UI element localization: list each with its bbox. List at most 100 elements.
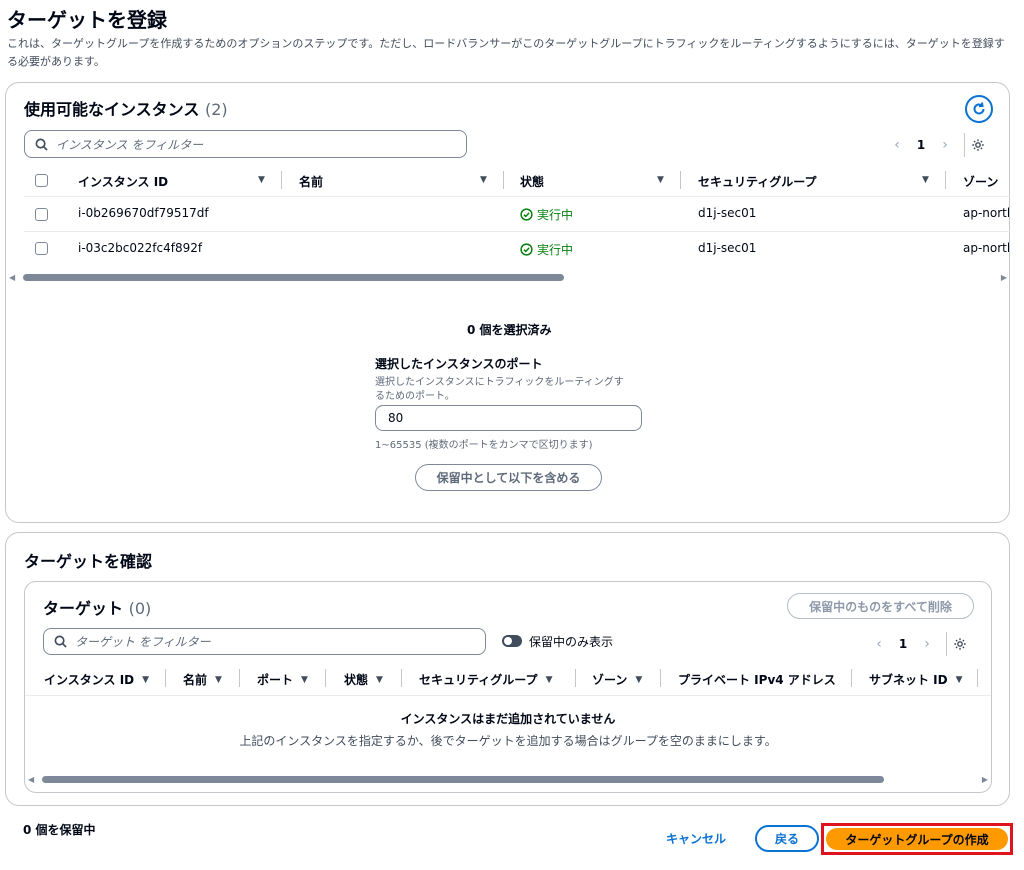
- pending-count: 0 個を保留中: [23, 823, 96, 837]
- prev-page-icon[interactable]: ‹: [886, 137, 908, 153]
- col-security-group-label: セキュリティグループ: [419, 673, 538, 687]
- search-icon: [35, 138, 48, 151]
- row-zone: ap-northeast-1a: [963, 206, 1009, 220]
- targets-count: (0): [128, 599, 152, 618]
- available-instances-heading: 使用可能なインスタンス (2): [24, 96, 228, 120]
- col-security-group[interactable]: セキュリティグループ: [698, 173, 817, 190]
- sort-down-icon: ▼: [301, 674, 308, 685]
- sort-down-icon[interactable]: ▼: [258, 175, 265, 185]
- col-name[interactable]: 名前: [299, 173, 323, 190]
- sort-down-icon: ▼: [635, 674, 643, 685]
- col-name-label: 名前: [183, 673, 208, 687]
- empty-state-description: 上記のインスタンスを指定するか、後でターゲットを追加する場合はグループを空のまま…: [239, 734, 777, 748]
- scroll-right-icon[interactable]: ▶: [1001, 273, 1007, 282]
- col-instance-id-label: インスタンス ID: [44, 673, 135, 687]
- col-private-ipv4[interactable]: プライベート IPv4 アドレス: [678, 671, 836, 688]
- targets-container: ターゲット (0) 保留中のものをすべて削除 ターゲット をフィルター 保留中の…: [24, 581, 992, 793]
- col-state[interactable]: 状態 ▼: [344, 671, 383, 688]
- page-title: ターゲットを登録: [7, 8, 167, 32]
- scroll-thumb[interactable]: [42, 776, 884, 783]
- col-name-label: 名前: [299, 175, 324, 189]
- refresh-button[interactable]: [965, 95, 993, 123]
- horizontal-scrollbar[interactable]: ◀ ▶: [9, 273, 1007, 283]
- col-zone-label: ゾーン: [963, 175, 999, 189]
- current-page[interactable]: 1: [890, 637, 916, 651]
- col-security-group[interactable]: セキュリティグループ ▼: [419, 671, 552, 688]
- scroll-thumb[interactable]: [23, 274, 564, 281]
- col-instance-id-label: インスタンス ID: [78, 175, 169, 189]
- col-zone[interactable]: ゾーン: [963, 173, 1009, 190]
- create-target-group-button[interactable]: ターゲットグループの作成: [826, 828, 1008, 850]
- next-page-icon[interactable]: ›: [934, 137, 956, 153]
- remove-all-pending-button[interactable]: 保留中のものをすべて削除: [787, 593, 974, 619]
- sort-down-icon: ▼: [376, 674, 383, 685]
- scroll-left-icon[interactable]: ◀: [9, 273, 15, 282]
- row-checkbox[interactable]: [35, 208, 48, 221]
- refresh-icon: [973, 102, 985, 115]
- target-filter-placeholder: ターゲット をフィルター: [75, 635, 211, 649]
- row-security-group: d1j-sec01: [698, 241, 757, 255]
- scroll-right-icon[interactable]: ▶: [982, 775, 988, 784]
- sort-down-icon: ▼: [215, 674, 222, 685]
- available-instances-panel: 使用可能なインスタンス (2) インスタンス をフィルター ‹ 1 › インスタ…: [5, 82, 1010, 523]
- sort-down-icon: ▼: [545, 674, 553, 685]
- port-description: 選択したインスタンスにトラフィックをルーティングす: [375, 377, 624, 388]
- available-instances-count: (2): [204, 100, 228, 119]
- row-security-group: d1j-sec01: [698, 206, 757, 220]
- instance-filter-input[interactable]: インスタンス をフィルター: [24, 130, 467, 158]
- col-name[interactable]: 名前 ▼: [183, 671, 222, 688]
- col-port[interactable]: ポート ▼: [257, 671, 308, 688]
- pending-only-toggle[interactable]: [502, 635, 522, 647]
- status-badge: 実行中: [520, 206, 573, 223]
- target-pagination: ‹ 1 ›: [868, 632, 967, 656]
- available-instances-title: 使用可能なインスタンス: [24, 100, 200, 119]
- row-instance-id[interactable]: i-03c2bc022fc4f892f: [78, 241, 202, 255]
- empty-state-title: インスタンスはまだ追加されていません: [400, 712, 616, 726]
- sort-down-icon[interactable]: ▼: [922, 175, 929, 185]
- row-state: 実行中: [537, 243, 574, 257]
- row-instance-id[interactable]: i-0b269670df79517df: [78, 206, 209, 220]
- cancel-button[interactable]: キャンセル: [666, 830, 726, 847]
- sort-down-icon: ▼: [142, 674, 150, 685]
- col-zone-label: ゾーン: [592, 673, 628, 687]
- port-description: るためのポート。: [375, 391, 455, 402]
- targets-heading: ターゲット (0): [43, 595, 151, 619]
- selected-count: 0 個を選択済み: [467, 323, 552, 337]
- col-state-label: 状態: [344, 673, 369, 687]
- search-icon: [54, 635, 67, 648]
- current-page[interactable]: 1: [908, 138, 934, 152]
- col-instance-id[interactable]: インスタンス ID: [78, 173, 168, 190]
- row-checkbox[interactable]: [35, 242, 48, 255]
- col-state[interactable]: 状態: [520, 173, 544, 190]
- next-page-icon[interactable]: ›: [916, 636, 938, 652]
- include-as-pending-button[interactable]: 保留中として以下を含める: [415, 464, 602, 491]
- sort-down-icon[interactable]: ▼: [480, 175, 487, 185]
- col-subnet-id-label: サブネット ID: [869, 673, 948, 687]
- gear-icon[interactable]: [953, 637, 967, 651]
- select-all-checkbox[interactable]: [35, 174, 48, 187]
- gear-icon[interactable]: [971, 138, 985, 152]
- targets-title: ターゲット: [43, 599, 124, 618]
- port-hint: 1~65535 (複数のポートをカンマで区切ります): [375, 440, 593, 451]
- col-subnet-id[interactable]: サブネット ID ▼: [869, 671, 963, 688]
- check-circle-icon: [520, 243, 533, 256]
- col-zone[interactable]: ゾーン ▼: [592, 671, 642, 688]
- check-circle-icon: [520, 208, 533, 221]
- port-input[interactable]: 80: [375, 405, 642, 431]
- instance-pagination: ‹ 1 ›: [886, 133, 985, 157]
- scroll-left-icon[interactable]: ◀: [28, 775, 34, 784]
- page-description: これは、ターゲットグループを作成するためのオプションのステップです。ただし、ロー…: [7, 37, 1005, 68]
- col-security-group-label: セキュリティグループ: [698, 175, 817, 189]
- review-targets-heading: ターゲットを確認: [24, 552, 153, 571]
- sort-down-icon[interactable]: ▼: [657, 175, 664, 185]
- port-value: 80: [388, 411, 404, 425]
- create-button-highlight: ターゲットグループの作成: [821, 823, 1013, 855]
- horizontal-scrollbar[interactable]: ◀ ▶: [28, 775, 988, 785]
- prev-page-icon[interactable]: ‹: [868, 636, 890, 652]
- back-button[interactable]: 戻る: [755, 825, 819, 852]
- status-badge: 実行中: [520, 241, 573, 258]
- target-filter-input[interactable]: ターゲット をフィルター: [43, 628, 486, 655]
- pending-only-label: 保留中のみ表示: [529, 635, 614, 649]
- sort-down-icon: ▼: [955, 674, 963, 685]
- col-instance-id[interactable]: インスタンス ID ▼: [44, 671, 149, 688]
